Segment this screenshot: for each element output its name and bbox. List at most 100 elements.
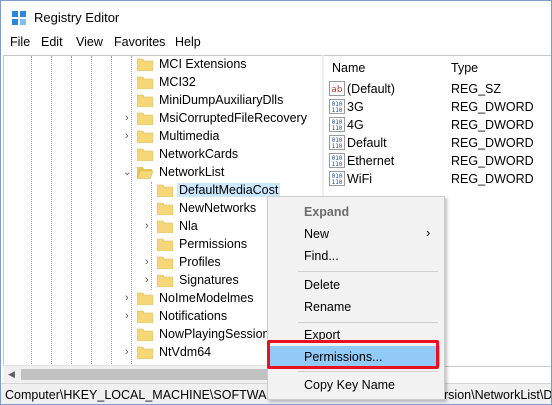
column-header-type[interactable]: Type <box>451 61 478 75</box>
context-menu: Expand New › Find... Delete Rename Expor… <box>267 196 445 400</box>
registry-path-left: Computer\HKEY_LOCAL_MACHINE\SOFTWARE\M <box>5 388 298 402</box>
value-type: REG_DWORD <box>451 118 534 132</box>
value-row[interactable]: 010 110 WiFi REG_DWORD <box>324 170 551 188</box>
value-row[interactable]: 010 110 4G REG_DWORD <box>324 116 551 134</box>
tree-item-label: MsiCorruptedFileRecovery <box>159 111 307 125</box>
binary-value-icon: 010110 <box>329 99 345 114</box>
folder-icon <box>137 130 153 143</box>
value-type: REG_DWORD <box>451 172 534 186</box>
value-type: REG_DWORD <box>451 136 534 150</box>
value-name: 3G <box>347 100 364 114</box>
tree-item-label: NoImeModelmes <box>159 291 254 305</box>
chevron-right-icon[interactable]: › <box>125 347 134 358</box>
chevron-down-icon[interactable]: ⌄ <box>123 168 132 178</box>
chevron-right-icon[interactable]: › <box>145 275 154 286</box>
menu-item-delete[interactable]: Delete <box>304 278 340 292</box>
column-header-name[interactable]: Name <box>332 61 365 75</box>
tree-guide-line <box>111 56 112 366</box>
folder-icon <box>137 148 153 161</box>
registry-editor-icon <box>12 11 26 25</box>
value-name: Ethernet <box>347 154 395 168</box>
menu-separator <box>298 271 438 272</box>
submenu-arrow-icon: › <box>426 225 431 240</box>
menu-item-expand[interactable]: Expand <box>304 205 349 219</box>
menu-favorites[interactable]: Favorites <box>114 35 165 49</box>
folder-icon <box>157 220 173 233</box>
tree-item-label: MiniDumpAuxiliaryDlls <box>159 93 284 107</box>
svg-text:110: 110 <box>332 125 343 132</box>
svg-text:ab: ab <box>331 85 343 95</box>
tree-guide-line <box>31 56 32 366</box>
value-name: Default <box>347 136 387 150</box>
value-type: REG_DWORD <box>451 100 534 114</box>
value-name: WiFi <box>347 172 372 186</box>
svg-text:110: 110 <box>332 179 343 186</box>
tree-item-label: NtVdm64 <box>159 345 212 359</box>
value-name: (Default) <box>347 82 395 96</box>
folder-icon <box>137 346 153 359</box>
string-value-icon: ab <box>329 81 345 96</box>
tree-guide-line <box>71 56 72 366</box>
menu-item-rename[interactable]: Rename <box>304 300 351 314</box>
menu-file[interactable]: File <box>10 35 30 49</box>
tree-item-label: DefaultMediaCost <box>177 183 281 197</box>
tree-item-label: MCI Extensions <box>159 57 247 71</box>
folder-icon <box>137 328 153 341</box>
chevron-right-icon[interactable]: › <box>125 113 134 124</box>
tree-item-label: Profiles <box>179 255 221 269</box>
registry-editor-window: Registry Editor File Edit View Favorites… <box>0 0 552 405</box>
value-row[interactable]: 010 110 Ethernet REG_DWORD <box>324 152 551 170</box>
folder-icon <box>157 256 173 269</box>
window-title: Registry Editor <box>34 10 120 25</box>
folder-icon <box>137 112 153 125</box>
tree-item-label: Nla <box>179 219 198 233</box>
binary-value-icon: 010110 <box>329 117 345 132</box>
chevron-right-icon[interactable]: › <box>145 221 154 232</box>
tree-item-label: MCI32 <box>159 75 196 89</box>
chevron-right-icon[interactable]: › <box>125 131 134 142</box>
scrollbar-thumb[interactable] <box>21 369 271 380</box>
menu-edit[interactable]: Edit <box>41 35 63 49</box>
tree-item-label: Signatures <box>179 273 239 287</box>
svg-text:110: 110 <box>332 107 343 114</box>
menu-bar: File Edit View Favorites Help <box>1 33 551 53</box>
folder-icon <box>137 310 153 323</box>
tree-guide-line <box>91 56 92 366</box>
value-name: 4G <box>347 118 364 132</box>
chevron-right-icon[interactable]: › <box>125 311 134 322</box>
binary-value-icon: 010110 <box>329 153 345 168</box>
menu-separator <box>298 322 438 323</box>
svg-text:110: 110 <box>332 161 343 168</box>
menu-help[interactable]: Help <box>175 35 201 49</box>
folder-icon <box>157 184 173 197</box>
title-bar[interactable]: Registry Editor <box>1 1 551 33</box>
chevron-right-icon[interactable]: › <box>145 257 154 268</box>
value-row[interactable]: ab (Default) REG_SZ <box>324 80 551 98</box>
folder-icon <box>137 292 153 305</box>
folder-icon <box>137 76 153 89</box>
tree-guide-line <box>51 56 52 366</box>
tree-item-label: NewNetworks <box>179 201 257 215</box>
binary-value-icon: 010110 <box>329 171 345 186</box>
scroll-left-arrow-icon[interactable]: ◀ <box>3 366 20 383</box>
folder-icon <box>157 238 173 251</box>
tree-item-label: NetworkList <box>159 165 225 179</box>
folder-icon <box>157 274 173 287</box>
menu-separator <box>298 371 438 372</box>
menu-item-new[interactable]: New <box>304 227 329 241</box>
menu-view[interactable]: View <box>76 35 103 49</box>
value-row[interactable]: 010 110 Default REG_DWORD <box>324 134 551 152</box>
folder-icon <box>137 58 153 71</box>
registry-path-right: rsion\NetworkList\D <box>444 388 552 402</box>
folder-icon <box>157 202 173 215</box>
tree-item-label: Notifications <box>159 309 228 323</box>
chevron-right-icon[interactable]: › <box>125 293 134 304</box>
value-type: REG_SZ <box>451 82 502 96</box>
value-row[interactable]: 010 110 3G REG_DWORD <box>324 98 551 116</box>
tree-item-label: NetworkCards <box>159 147 239 161</box>
open-folder-icon <box>137 167 153 179</box>
menu-item-copy-key-name[interactable]: Copy Key Name <box>304 378 395 392</box>
tree-item-label: NowPlayingSessionM <box>159 327 280 341</box>
menu-item-find[interactable]: Find... <box>304 249 339 263</box>
highlight-callout <box>267 340 439 369</box>
